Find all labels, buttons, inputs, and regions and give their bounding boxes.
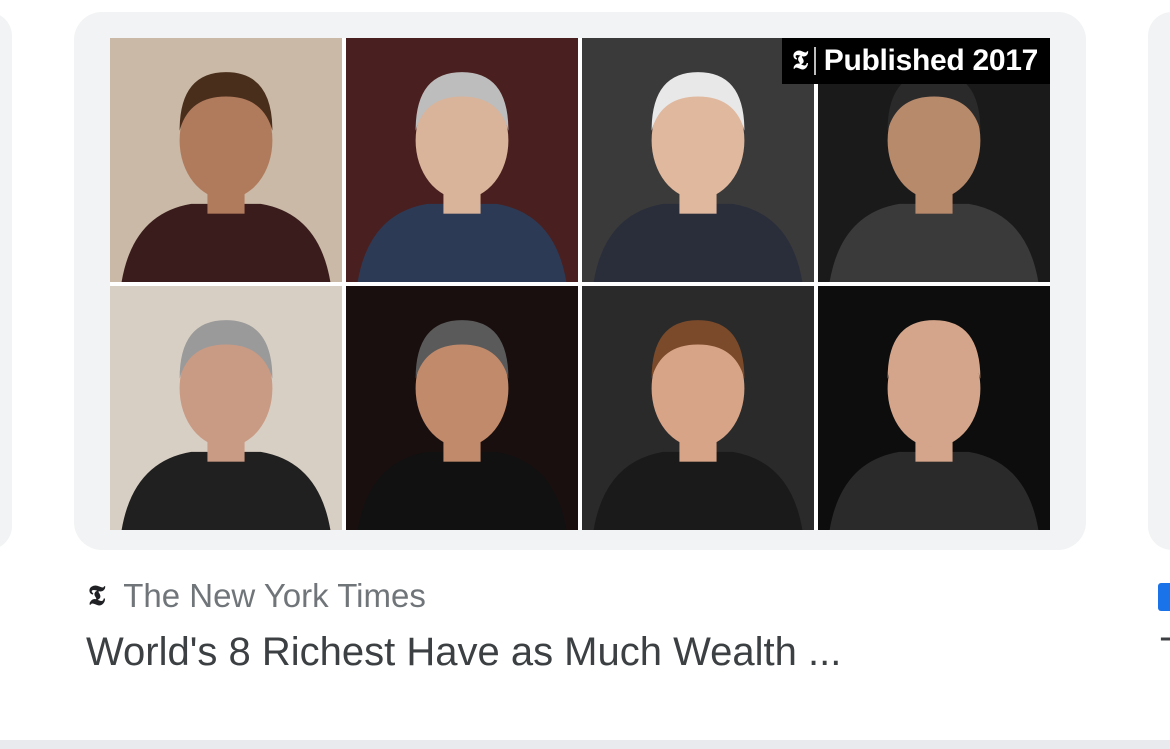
published-badge: 𝕿 Published 2017 bbox=[782, 38, 1050, 84]
badge-divider bbox=[813, 47, 816, 75]
nyt-logo-icon: 𝕿 bbox=[792, 45, 808, 76]
thumbnail-collage[interactable] bbox=[110, 38, 1050, 530]
next-result-title[interactable]: T bbox=[1160, 628, 1170, 676]
next-section-edge bbox=[0, 740, 1170, 749]
portrait-6 bbox=[346, 286, 578, 530]
badge-text: Published 2017 bbox=[823, 44, 1039, 77]
portrait-7 bbox=[582, 286, 814, 530]
portrait-8 bbox=[818, 286, 1050, 530]
portrait-3 bbox=[582, 38, 814, 282]
result-source[interactable]: 𝕿 The New York Times bbox=[88, 576, 426, 616]
image-result-card[interactable]: 𝕿 Published 2017 bbox=[74, 12, 1086, 550]
source-name: The New York Times bbox=[123, 577, 426, 614]
image-results-carousel: 𝕿 Published 2017 𝕿 The New York Times Wo… bbox=[0, 0, 1170, 749]
result-title[interactable]: World's 8 Richest Have as Much Wealth ..… bbox=[86, 628, 841, 676]
portrait-1 bbox=[110, 38, 342, 282]
nyt-logo-icon: 𝕿 bbox=[88, 579, 106, 612]
next-result-card[interactable] bbox=[1148, 12, 1170, 550]
previous-result-card[interactable] bbox=[0, 12, 12, 550]
portrait-5 bbox=[110, 286, 342, 530]
next-result-source-icon bbox=[1158, 583, 1170, 611]
portrait-2 bbox=[346, 38, 578, 282]
